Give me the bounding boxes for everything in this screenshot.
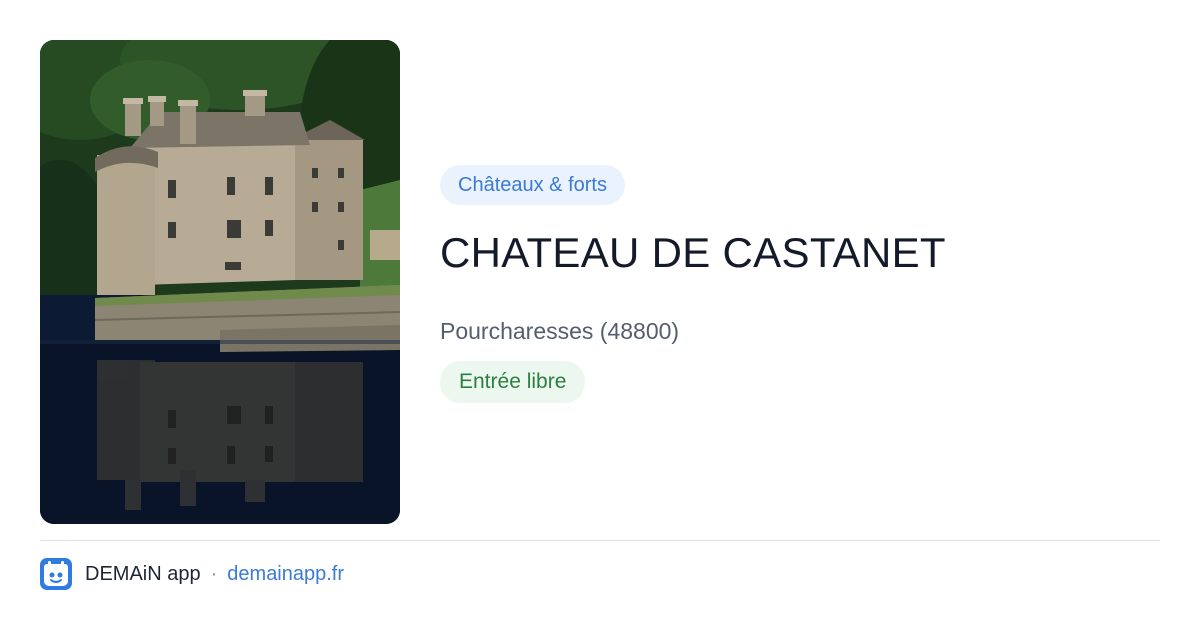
site-link[interactable]: demainapp.fr (227, 563, 344, 586)
footer-divider (40, 540, 1160, 541)
place-title: CHATEAU DE CASTANET (440, 229, 946, 276)
place-info: Châteaux & forts CHATEAU DE CASTANET Pou… (440, 165, 1160, 403)
place-photo (40, 40, 400, 524)
status-badge: Entrée libre (440, 361, 586, 403)
footer: DEMAiN app · demainapp.fr (40, 558, 344, 590)
demain-app-logo-icon (40, 558, 72, 590)
footer-separator: · (210, 562, 218, 585)
place-location: Pourcharesses (48800) (440, 318, 680, 344)
category-badge[interactable]: Châteaux & forts (440, 165, 625, 205)
app-name: DEMAiN app (85, 562, 201, 585)
